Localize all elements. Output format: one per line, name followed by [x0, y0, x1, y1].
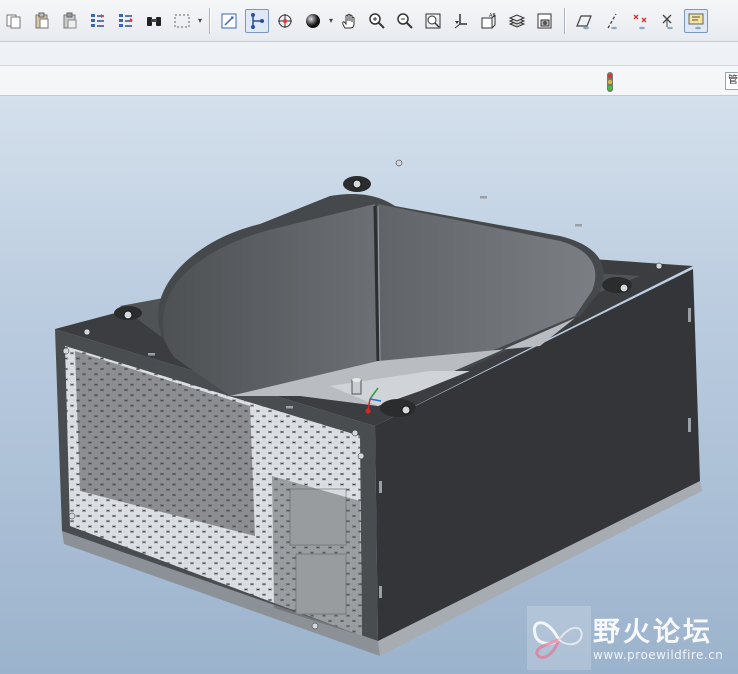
- datum-toolbar-group: [570, 0, 710, 41]
- select-box-icon[interactable]: [170, 9, 194, 33]
- forum-watermark: 野火论坛 www.proewildfire.cn: [527, 606, 738, 670]
- coordinate-systems-icon[interactable]: [656, 9, 680, 33]
- psu-enclosure-model: [55, 159, 702, 656]
- datum-planes-icon[interactable]: [572, 9, 596, 33]
- regenerate-manager-icon[interactable]: [114, 9, 138, 33]
- reorient-icon[interactable]: [449, 9, 473, 33]
- watermark-butterfly-logo: [527, 606, 591, 670]
- toolbar-separator: [564, 7, 565, 34]
- datum-display-icon[interactable]: [245, 8, 269, 33]
- standoff-pin: [351, 379, 362, 395]
- side-tab[interactable]: 管: [725, 72, 738, 90]
- view-toolbar-group: ▾ AB: [215, 0, 559, 41]
- saved-views-icon[interactable]: AB: [477, 9, 501, 33]
- main-toolbar: ▾ ▾ AB: [0, 0, 738, 42]
- pan-icon[interactable]: [337, 9, 361, 33]
- spin-center-icon[interactable]: [273, 9, 297, 33]
- annotation-icon[interactable]: [684, 8, 708, 33]
- shade-icon[interactable]: [301, 9, 325, 33]
- svg-text:AB: AB: [489, 13, 496, 19]
- zoom-in-icon[interactable]: [365, 9, 389, 33]
- dropdown-caret-icon[interactable]: ▾: [196, 9, 204, 33]
- secondary-toolbar: [0, 42, 738, 66]
- sketch-view-icon[interactable]: [217, 9, 241, 33]
- datum-points-icon[interactable]: [628, 9, 652, 33]
- watermark-title: 野火论坛: [593, 617, 713, 648]
- find-icon[interactable]: [142, 9, 166, 33]
- shade-dropdown-icon[interactable]: ▾: [327, 9, 335, 33]
- model-setup-icon[interactable]: [533, 9, 557, 33]
- status-light-icon: [607, 72, 613, 92]
- copy-icon[interactable]: [2, 9, 26, 33]
- paste-special-icon[interactable]: [58, 9, 82, 33]
- layers-icon[interactable]: [505, 9, 529, 33]
- watermark-url: www.proewildfire.cn: [593, 648, 724, 662]
- zoom-out-icon[interactable]: [393, 9, 417, 33]
- tab-bar: [0, 66, 738, 96]
- toolbar-separator: [209, 7, 210, 34]
- paste-icon[interactable]: [30, 9, 54, 33]
- regenerate-icon[interactable]: [86, 9, 110, 33]
- graphics-viewport[interactable]: 野火论坛 www.proewildfire.cn: [0, 96, 738, 674]
- edit-toolbar-group: ▾: [0, 0, 204, 41]
- refit-icon[interactable]: [421, 9, 445, 33]
- datum-axes-icon[interactable]: [600, 9, 624, 33]
